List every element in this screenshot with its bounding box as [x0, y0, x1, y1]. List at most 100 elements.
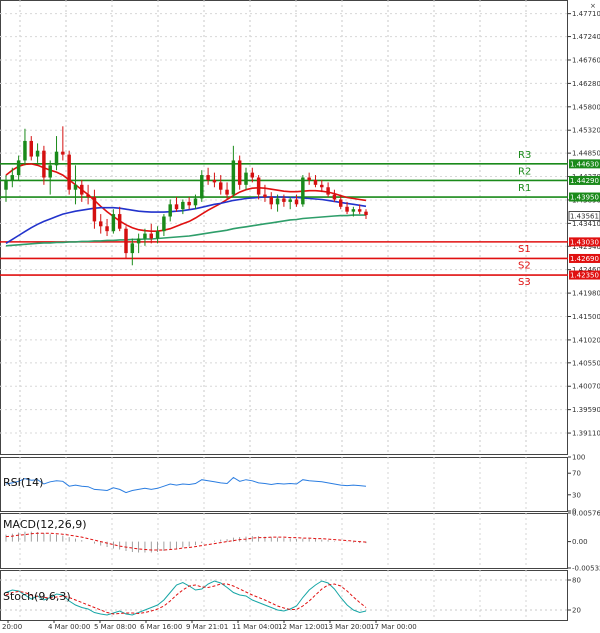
- candle-body: [206, 175, 210, 180]
- candle-body: [105, 226, 109, 232]
- price-tick-label: 1.40550: [572, 359, 600, 367]
- rsi-tick-label: 70: [572, 470, 581, 478]
- close-icon: ×: [590, 2, 596, 10]
- candle-body: [225, 189, 229, 195]
- stoch-label: Stoch(9,6,3): [3, 590, 71, 603]
- time-tick-label: 5 Mar 08:00: [94, 623, 136, 631]
- price-axis: 1.47710 1.47240 1.46760 1.46280 1.45800 1.453…: [568, 2, 600, 615]
- level-price-label: 1.42690: [570, 255, 599, 263]
- candle-body: [16, 160, 21, 176]
- macd-tick-label: 0.00: [572, 538, 588, 546]
- price-tick-label: 1.39110: [572, 430, 600, 438]
- candle-body: [155, 231, 160, 239]
- macd-label: MACD(12,26,9): [3, 518, 87, 531]
- current-price-label: 1.43561: [570, 212, 599, 220]
- price-tick-label: 1.46280: [572, 80, 600, 88]
- level-name-r3: R3: [518, 150, 531, 161]
- indicator-labels: RSI(14) MACD(12,26,9) Stoch(9,6,3): [3, 476, 87, 603]
- price-tick-label: 1.39590: [572, 406, 600, 414]
- price-tick-label: 1.43410: [572, 220, 600, 228]
- candle-body: [168, 204, 172, 217]
- chart-canvas: R3 R2 R1 S1 S2 S3 1.47710 1.47240 1.46760 1.4628…: [0, 0, 600, 631]
- rsi-tick-label: 100: [572, 454, 585, 462]
- price-tick-label: 1.41020: [572, 336, 600, 344]
- candle-body: [326, 187, 330, 195]
- candle-body: [23, 140, 27, 161]
- rsi-line: [5, 476, 367, 494]
- stoch-tick-label: 20: [572, 607, 581, 615]
- candle-body: [99, 221, 103, 227]
- level-name-s1: S1: [518, 244, 531, 255]
- candle-body: [364, 211, 368, 216]
- candle-body: [282, 198, 286, 202]
- candle-body: [86, 194, 90, 198]
- candle-body: [149, 233, 153, 239]
- price-tick-label: 1.44850: [572, 150, 600, 158]
- macd-signal-line: [5, 532, 367, 551]
- candle-body: [130, 243, 135, 254]
- rsi-label: RSI(14): [3, 476, 43, 489]
- price-tick-label: 1.47710: [572, 10, 600, 18]
- price-tick-label: 1.47240: [572, 33, 600, 41]
- price-tick-label: 1.41980: [572, 290, 600, 298]
- level-name-s3: S3: [518, 277, 531, 288]
- candle-body: [320, 184, 324, 188]
- price-tick-label: 1.45800: [572, 103, 600, 111]
- candle-body: [345, 206, 349, 212]
- time-tick-label: 11 Mar 04:00: [232, 623, 279, 631]
- candle-body: [193, 198, 198, 206]
- candle-body: [332, 194, 337, 200]
- candle-body: [181, 201, 185, 210]
- candle-body: [117, 214, 122, 229]
- time-tick-label: 13 Mar 20:00: [324, 623, 371, 631]
- pivot-level-lines: R3 R2 R1 S1 S2 S3: [0, 150, 568, 288]
- candle-body: [80, 184, 84, 195]
- candle-body: [357, 209, 362, 212]
- candle-body: [307, 177, 311, 180]
- candle-body: [73, 184, 78, 190]
- candle-body: [54, 151, 59, 166]
- price-tick-label: 1.45320: [572, 127, 600, 135]
- candle-body: [35, 150, 40, 157]
- rsi-panel-frame: [0, 457, 568, 512]
- candle-body: [288, 199, 292, 202]
- time-tick-label: 9 Mar 21:01: [186, 623, 228, 631]
- level-name-r2: R2: [518, 166, 531, 177]
- candle-body: [231, 160, 236, 195]
- level-price-label: 1.43950: [570, 194, 599, 202]
- time-tick-label: 4 Mar 00:00: [48, 623, 90, 631]
- time-tick-label: 20:00: [2, 623, 22, 631]
- level-price-label: 1.42350: [570, 272, 599, 280]
- candlesticks: [4, 126, 368, 266]
- macd-tick-label: -0.005322: [572, 565, 600, 573]
- candle-body: [143, 233, 147, 239]
- level-price-label: 1.44290: [570, 177, 599, 185]
- stoch-panel-frame: [0, 570, 568, 621]
- candle-body: [67, 154, 71, 190]
- price-tick-label: 1.46760: [572, 56, 600, 64]
- candle-body: [111, 214, 116, 232]
- candle-body: [200, 175, 204, 199]
- rsi-tick-label: 30: [572, 491, 581, 499]
- candle-body: [4, 180, 8, 190]
- level-name-r1: R1: [518, 183, 531, 194]
- candle-body: [29, 140, 33, 157]
- candle-body: [244, 172, 248, 185]
- candle-body: [219, 182, 223, 190]
- macd-tick-label: 0.005764: [572, 510, 600, 518]
- candle-body: [212, 179, 217, 183]
- candle-body: [162, 216, 166, 232]
- level-price-label: 1.43030: [570, 238, 599, 246]
- candle-body: [48, 165, 52, 178]
- time-axis: 20:00 4 Mar 00:00 5 Mar 08:00 6 Mar 16:00 9 …: [2, 620, 417, 631]
- price-tick-label: 1.40070: [572, 383, 600, 391]
- time-tick-label: 12 Mar 12:00: [278, 623, 325, 631]
- time-tick-label: 6 Mar 16:00: [140, 623, 182, 631]
- candle-body: [263, 194, 267, 198]
- price-tick-label: 1.41500: [572, 313, 600, 321]
- candle-body: [187, 201, 191, 206]
- candle-body: [275, 198, 280, 205]
- time-tick-label: 17 Mar 00:00: [370, 623, 417, 631]
- candle-body: [136, 238, 141, 244]
- candle-body: [313, 179, 318, 185]
